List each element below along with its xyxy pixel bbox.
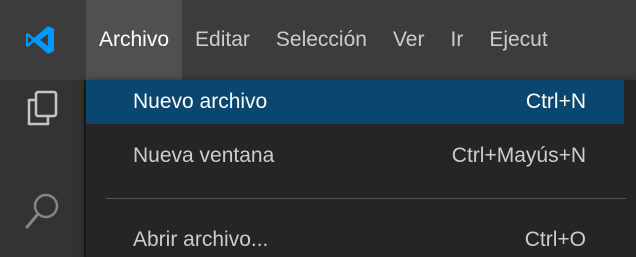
menu-item-nueva-ventana[interactable]: Nueva ventana Ctrl+Mayús+N — [86, 134, 624, 178]
vscode-logo-icon[interactable] — [0, 0, 80, 80]
vscode-window: Archivo Editar Selección Ver Ir Ejecut N… — [0, 0, 636, 257]
menu-item-label: Nuevo archivo — [133, 90, 268, 113]
menu-item-abrir-archivo[interactable]: Abrir archivo... Ctrl+O — [86, 218, 624, 257]
menu-editar[interactable]: Editar — [182, 0, 263, 80]
menu-archivo[interactable]: Archivo — [86, 0, 183, 80]
menu-item-shortcut: Ctrl+O — [524, 228, 586, 251]
menu-item-nuevo-archivo[interactable]: Nuevo archivo Ctrl+N — [86, 80, 624, 124]
explorer-icon[interactable] — [0, 88, 84, 128]
menu-items: Archivo Editar Selección Ver Ir Ejecut — [86, 0, 561, 80]
search-icon[interactable] — [0, 190, 84, 234]
menu-ir[interactable]: Ir — [437, 0, 476, 80]
menu-item-shortcut: Ctrl+Mayús+N — [451, 144, 586, 167]
menu-bar: Archivo Editar Selección Ver Ir Ejecut — [0, 0, 636, 80]
menu-item-label: Abrir archivo... — [133, 228, 269, 251]
menu-item-label: Nueva ventana — [133, 144, 275, 167]
menu-seleccion[interactable]: Selección — [263, 0, 380, 80]
menu-separator — [106, 198, 626, 199]
menu-item-shortcut: Ctrl+N — [525, 90, 586, 113]
file-menu-dropdown: Nuevo archivo Ctrl+N Nueva ventana Ctrl+… — [86, 80, 636, 257]
activity-bar — [0, 80, 84, 257]
menu-ver[interactable]: Ver — [380, 0, 438, 80]
menu-ejecutar[interactable]: Ejecut — [476, 0, 560, 80]
